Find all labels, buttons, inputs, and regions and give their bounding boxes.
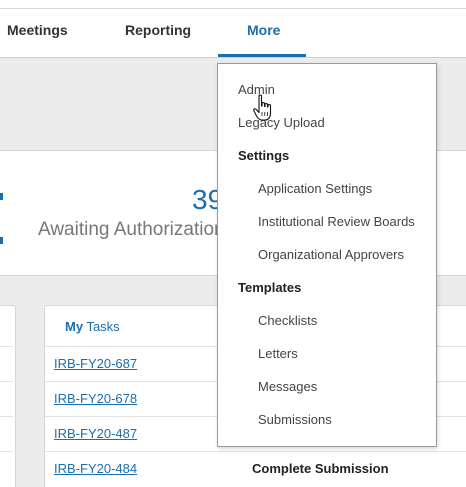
nav-reporting[interactable]: Reporting — [125, 22, 191, 38]
table-row: IRB-FY20-484 Complete Submission — [45, 451, 466, 486]
left-panel — [0, 305, 16, 487]
nav-meetings[interactable]: Meetings — [7, 22, 68, 38]
menu-item-submissions[interactable]: Submissions — [258, 412, 332, 427]
tasks-title-first: My — [65, 319, 84, 334]
menu-item-letters[interactable]: Letters — [258, 346, 298, 361]
menu-heading-settings: Settings — [238, 148, 290, 163]
row-divider — [0, 346, 13, 347]
menu-item-messages[interactable]: Messages — [258, 379, 317, 394]
task-link[interactable]: IRB-FY20-484 — [54, 461, 137, 476]
menu-item-application-settings[interactable]: Application Settings — [258, 181, 372, 196]
nav-active-indicator — [218, 54, 306, 57]
task-link[interactable]: IRB-FY20-687 — [54, 356, 137, 371]
tasks-title-rest: Tasks — [83, 319, 120, 334]
task-link[interactable]: IRB-FY20-678 — [54, 391, 137, 406]
top-nav: Meetings Reporting More — [0, 8, 466, 58]
task-action: Complete Submission — [252, 461, 389, 476]
task-link[interactable]: IRB-FY20-487 — [54, 426, 137, 441]
more-dropdown-menu: Admin Legacy Upload Settings Application… — [217, 63, 437, 447]
menu-item-organizational-approvers[interactable]: Organizational Approvers — [258, 247, 404, 262]
row-divider — [0, 416, 13, 417]
menu-item-checklists[interactable]: Checklists — [258, 313, 317, 328]
hand-pointer-icon — [253, 94, 272, 121]
row-divider — [0, 381, 13, 382]
menu-item-institutional-review-boards[interactable]: Institutional Review Boards — [258, 214, 415, 229]
menu-heading-templates: Templates — [238, 280, 302, 295]
document-icon — [0, 193, 3, 244]
row-divider — [0, 451, 13, 452]
menu-item-legacy-upload[interactable]: Legacy Upload — [238, 115, 325, 130]
stats-label: Awaiting Authorization — [38, 219, 225, 240]
tasks-title: My Tasks — [65, 319, 120, 334]
nav-more[interactable]: More — [247, 22, 280, 38]
